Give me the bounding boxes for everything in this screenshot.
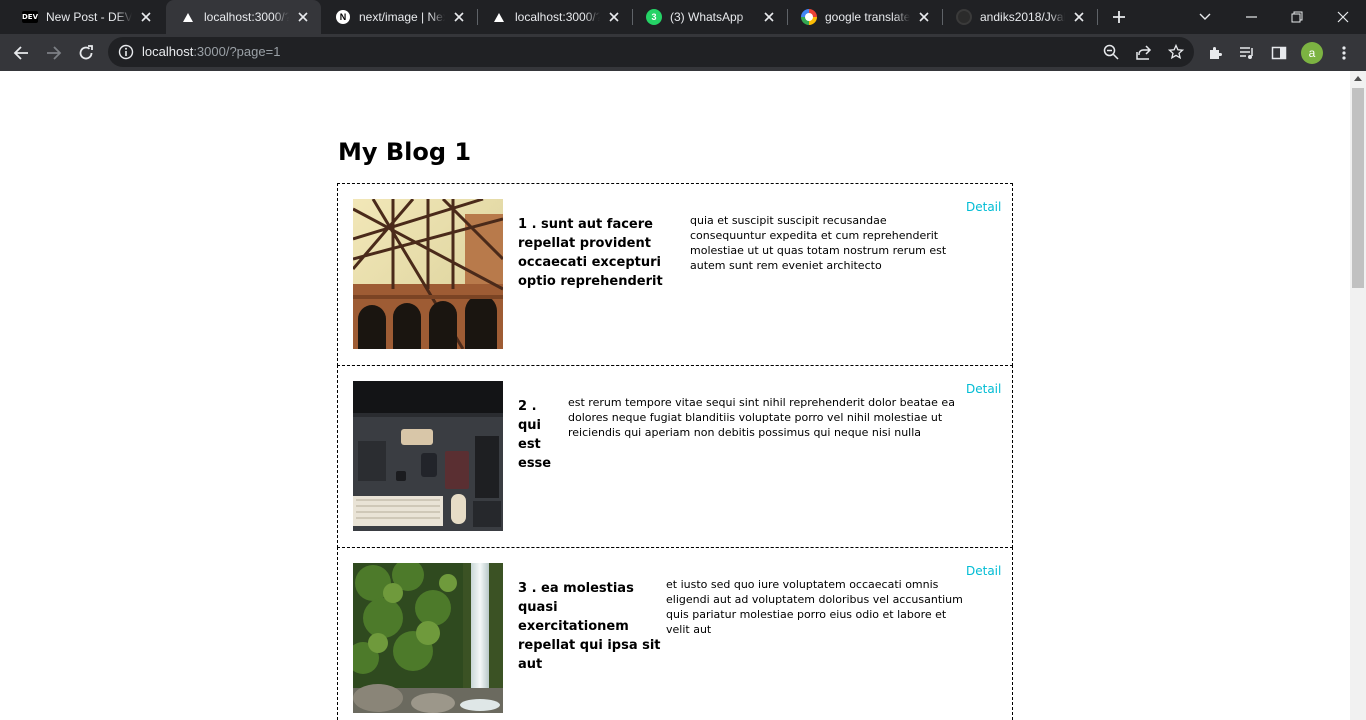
url-path: :3000/?page=1 [193,44,281,59]
reload-icon[interactable] [72,39,100,67]
detail-link[interactable]: Detail [966,564,1001,578]
bookmark-star-icon[interactable] [1167,43,1185,61]
post-title-line: occaecati excepturi [518,255,661,270]
post-image [353,563,503,713]
tab-title: localhost:3000/?page=1 [204,10,289,24]
nextjs-icon: N [335,9,351,25]
browser-tabstrip: DEV New Post - DEV Community localhost:3… [0,0,1366,34]
tab-title: next/image | Next.js [359,10,445,24]
tab-whatsapp[interactable]: 3 (3) WhatsApp [632,0,787,34]
whatsapp-icon: 3 [646,9,662,25]
profile-avatar[interactable]: a [1301,42,1323,64]
media-queue-icon[interactable] [1233,39,1261,67]
scrollbar-thumb[interactable] [1352,88,1364,288]
page-title: My Blog 1 [338,138,472,166]
post-title-line: qui [518,418,542,433]
back-arrow-icon[interactable] [7,39,35,67]
post-title-line: repellat qui ipsa sit [518,638,661,653]
post-card: 3 . ea molestias quasi exercitationem re… [337,547,1013,720]
post-body-line: eligendi aut ad voluptatem doloribus vel… [666,593,963,606]
restore-icon[interactable] [1274,0,1320,34]
post-title-line: esse [518,456,552,471]
kebab-menu-icon[interactable] [1330,39,1358,67]
post-body-line: quis pariatur molestiae porro eius odio … [666,608,947,621]
share-icon[interactable] [1135,43,1153,61]
tab-github[interactable]: andiks2018/Jvalley [942,0,1097,34]
post-title-line: aut [518,657,543,672]
scroll-up-arrow-icon[interactable] [1354,76,1362,81]
post-body: quia et suscipit suscipit recusandae con… [690,213,946,273]
tab-title: localhost:3000/?page=1 [515,10,600,24]
side-panel-icon[interactable] [1265,39,1293,67]
post-title-line: optio reprehenderit [518,274,663,289]
close-tab-icon[interactable] [916,9,932,25]
post-card: 2 . qui est esse est rerum tempore vitae… [337,365,1013,548]
post-title-line: exercitationem [518,619,629,634]
post-image [353,199,503,349]
vertical-scrollbar[interactable] [1350,71,1366,720]
url-host: localhost [142,44,194,59]
close-tab-icon[interactable] [451,9,467,25]
tab-title: (3) WhatsApp [670,10,744,24]
post-body-line: reiciendis qui aperiam non debitis possi… [568,426,922,439]
post-title: 2 . qui est esse [518,397,551,473]
new-tab-icon[interactable] [1108,5,1130,29]
post-body-line: quia et suscipit suscipit recusandae [690,214,887,227]
post-title-line: 3 . ea molestias [518,581,634,596]
address-bar[interactable]: localhost:3000/?page=1 [108,37,1194,67]
tab-title: google translate [825,10,910,24]
browser-toolbar: localhost:3000/?page=1 a [0,34,1366,71]
tab-search-chevron-icon[interactable] [1182,0,1228,34]
extensions-puzzle-icon[interactable] [1201,39,1229,67]
address-url[interactable]: localhost:3000/?page=1 [142,44,280,59]
post-body-line: consequuntur expedita et cum reprehender… [690,229,939,242]
post-title-line: quasi [518,600,558,615]
forward-arrow-icon[interactable] [40,39,68,67]
minimize-icon[interactable] [1228,0,1274,34]
post-body-line: velit aut [666,623,712,636]
dev-icon: DEV [22,11,39,23]
google-icon [801,9,817,25]
site-info-icon[interactable] [118,44,134,60]
post-title-line: 2 . [518,399,537,414]
post-title-line: est [518,437,541,452]
tab-separator [1097,9,1098,25]
close-tab-icon[interactable] [1071,9,1087,25]
post-title: 3 . ea molestias quasi exercitationem re… [518,579,661,674]
post-body: et iusto sed quo iure voluptatem occaeca… [666,577,963,637]
post-title-line: repellat provident [518,236,651,251]
tab-title: New Post - DEV Community [46,10,132,24]
detail-link[interactable]: Detail [966,200,1001,214]
close-window-icon[interactable] [1320,0,1366,34]
vercel-triangle-icon [491,9,507,25]
detail-link[interactable]: Detail [966,382,1001,396]
post-body-line: et iusto sed quo iure voluptatem occaeca… [666,578,939,591]
post-body-line: dolores neque fugiat blanditiis voluptat… [568,411,943,424]
post-body-line: est rerum tempore vitae sequi sint nihil… [568,396,955,409]
close-tab-icon[interactable] [606,9,622,25]
tab-title: andiks2018/Jvalley [980,10,1065,24]
post-image [353,381,503,531]
post-body-line: autem sunt rem eveniet architecto [690,259,882,272]
tab-dev-community[interactable]: DEV New Post - DEV Community [8,0,164,34]
tab-localhost-2[interactable]: localhost:3000/?page=1 [477,0,632,34]
close-tab-icon[interactable] [295,9,311,25]
vercel-triangle-icon [180,9,196,25]
page-viewport: My Blog 1 1 . sunt aut facere repellat p… [0,71,1366,720]
tab-next-image[interactable]: N next/image | Next.js [321,0,477,34]
post-body: est rerum tempore vitae sequi sint nihil… [568,395,955,440]
zoom-icon[interactable] [1102,43,1120,61]
post-title: 1 . sunt aut facere repellat provident o… [518,215,663,291]
tab-google-translate[interactable]: google translate [787,0,942,34]
tab-localhost-active[interactable]: localhost:3000/?page=1 [166,0,321,34]
post-body-line: molestiae ut ut quas totam nostrum rerum… [690,244,947,257]
github-icon [956,9,972,25]
post-card: 1 . sunt aut facere repellat provident o… [337,183,1013,366]
close-tab-icon[interactable] [761,9,777,25]
post-title-line: 1 . sunt aut facere [518,217,653,232]
close-tab-icon[interactable] [138,9,154,25]
